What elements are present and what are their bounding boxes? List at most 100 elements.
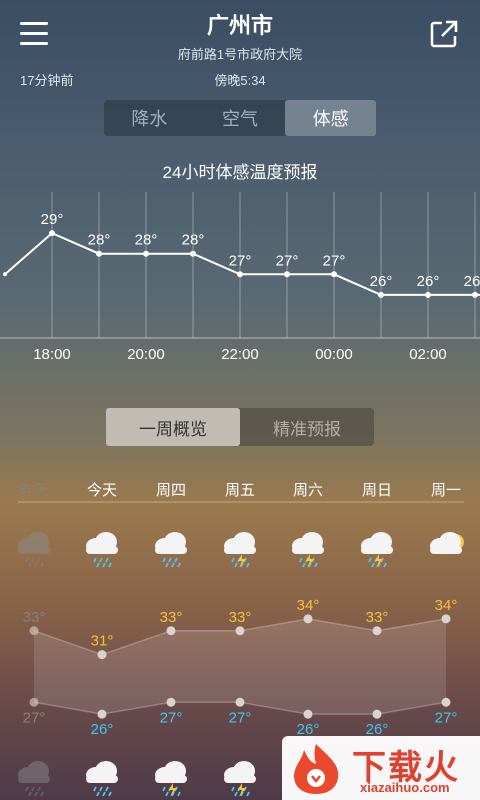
cloud-thunder-rain-icon	[155, 761, 187, 797]
hour-value-label: 27°	[276, 252, 299, 269]
hour-point	[190, 250, 196, 257]
rain-drop	[234, 791, 238, 797]
high-temp-point	[441, 614, 451, 624]
watermark-logo: 下载火 xiazaihuo.com	[282, 736, 480, 800]
cloud-heavy-rain-icon	[86, 532, 118, 568]
top-segment-control: 降水 空气 体感	[104, 100, 377, 136]
high-temp-point	[166, 626, 176, 636]
tab-precipitation[interactable]: 降水	[104, 100, 195, 136]
hour-point	[378, 291, 384, 298]
tab-week-overview[interactable]: 一周概览	[106, 408, 240, 446]
cloud-thunder-rain-icon	[361, 532, 393, 568]
high-temp-point	[97, 650, 107, 660]
rain-drop	[102, 791, 106, 797]
rain-drop	[105, 786, 109, 792]
low-temp-point	[29, 697, 39, 707]
hour-point	[237, 271, 243, 278]
rain-drop	[165, 562, 169, 568]
address-text: 府前路1号市政府大院	[177, 47, 303, 62]
rain-drop	[246, 562, 250, 568]
high-temp-label: 31°	[91, 633, 114, 650]
rain-drop	[368, 557, 372, 563]
rain-drop	[105, 557, 109, 563]
hour-value-label: 27°	[323, 252, 346, 269]
low-temp-label: 27°	[160, 709, 183, 726]
hour-point	[472, 291, 478, 298]
high-temp-label: 33°	[229, 609, 252, 626]
low-temp-label: 26°	[91, 721, 114, 738]
rain-drop	[99, 786, 103, 792]
tab-air[interactable]: 空气	[195, 100, 286, 136]
flame-logo-icon	[294, 744, 339, 794]
rain-drop	[40, 791, 44, 797]
hourly-feels-like-chart[interactable]: 29° 28° 28° 28° 27° 27° 27° 26° 26° 26° 18:00 20:00…	[0, 192, 480, 372]
cloud-heavy-rain-icon	[155, 532, 187, 568]
city-name[interactable]: 广州市	[0, 8, 480, 40]
rain-drop	[162, 786, 166, 792]
cloud-thunder-rain-icon	[224, 761, 256, 797]
rain-drop	[93, 557, 97, 563]
cloud-rain-icon	[18, 532, 50, 568]
rain-drop	[165, 791, 169, 797]
rain-drop	[37, 557, 41, 563]
rain-drop	[25, 786, 29, 792]
rain-drop	[96, 562, 100, 568]
day-label: 今天	[87, 482, 117, 499]
low-temp-point	[166, 697, 176, 707]
tab-precise-forecast[interactable]: 精准预报	[240, 408, 374, 446]
hour-point	[331, 271, 337, 278]
low-temp-label: 27°	[435, 709, 458, 726]
watermark-en: xiazaihuo.com	[360, 780, 450, 795]
high-temp-label: 33°	[23, 609, 46, 626]
high-temp-label: 33°	[366, 609, 389, 626]
hour-value-label: 27°	[229, 252, 252, 269]
rain-drop	[162, 557, 166, 563]
tab-feels-like[interactable]: 体感	[285, 100, 377, 136]
low-temp-label: 27°	[23, 709, 46, 726]
high-temp-label: 34°	[297, 597, 320, 614]
rain-drop	[174, 557, 178, 563]
hour-value-label: 28°	[182, 232, 205, 249]
day-label: 周五	[225, 482, 255, 499]
hour-value-label: 26°	[370, 273, 393, 290]
day-label: 周日	[362, 482, 392, 499]
rain-drop	[93, 786, 97, 792]
rain-drop	[371, 562, 375, 568]
rain-drop	[40, 562, 44, 568]
hour-point	[425, 291, 431, 298]
rain-drop	[171, 562, 175, 568]
hour-tick-label: 02:00	[409, 346, 447, 363]
day-label: 周一	[431, 482, 461, 499]
cloud-sun-icon	[430, 532, 464, 554]
day-label: 昨天	[19, 482, 49, 499]
rain-drop	[231, 786, 235, 792]
high-temp-point	[372, 626, 382, 636]
rain-drop	[28, 791, 32, 797]
forecast-segment-control: 一周概览 精准预报	[106, 408, 374, 446]
high-temp-point	[29, 626, 39, 636]
publish-time: 傍晚5:34	[214, 73, 266, 88]
cloud-thunder-rain-icon	[224, 532, 256, 568]
high-temp-point	[303, 614, 313, 624]
cloud-thunder-rain-icon	[292, 532, 324, 568]
low-temp-point	[441, 697, 451, 707]
cloud-part	[18, 546, 50, 554]
high-temp-label: 33°	[160, 609, 183, 626]
rain-drop	[383, 562, 387, 568]
rain-drop	[246, 791, 250, 797]
high-temp-label: 34°	[435, 597, 458, 614]
share-external-icon[interactable]	[428, 18, 460, 50]
day-label: 周四	[156, 482, 186, 499]
hour-tick-label: 00:00	[315, 346, 353, 363]
hour-point	[143, 250, 149, 257]
hour-value-label: 28°	[135, 232, 158, 249]
hour-point	[284, 271, 290, 278]
cloud-part	[86, 546, 118, 554]
low-temp-point	[235, 697, 245, 707]
hour-tick-label: 18:00	[33, 346, 71, 363]
cloud-part	[224, 775, 256, 783]
rain-drop	[37, 786, 41, 792]
rain-drop	[102, 562, 106, 568]
rain-drop	[96, 791, 100, 797]
cloud-part	[224, 546, 256, 554]
